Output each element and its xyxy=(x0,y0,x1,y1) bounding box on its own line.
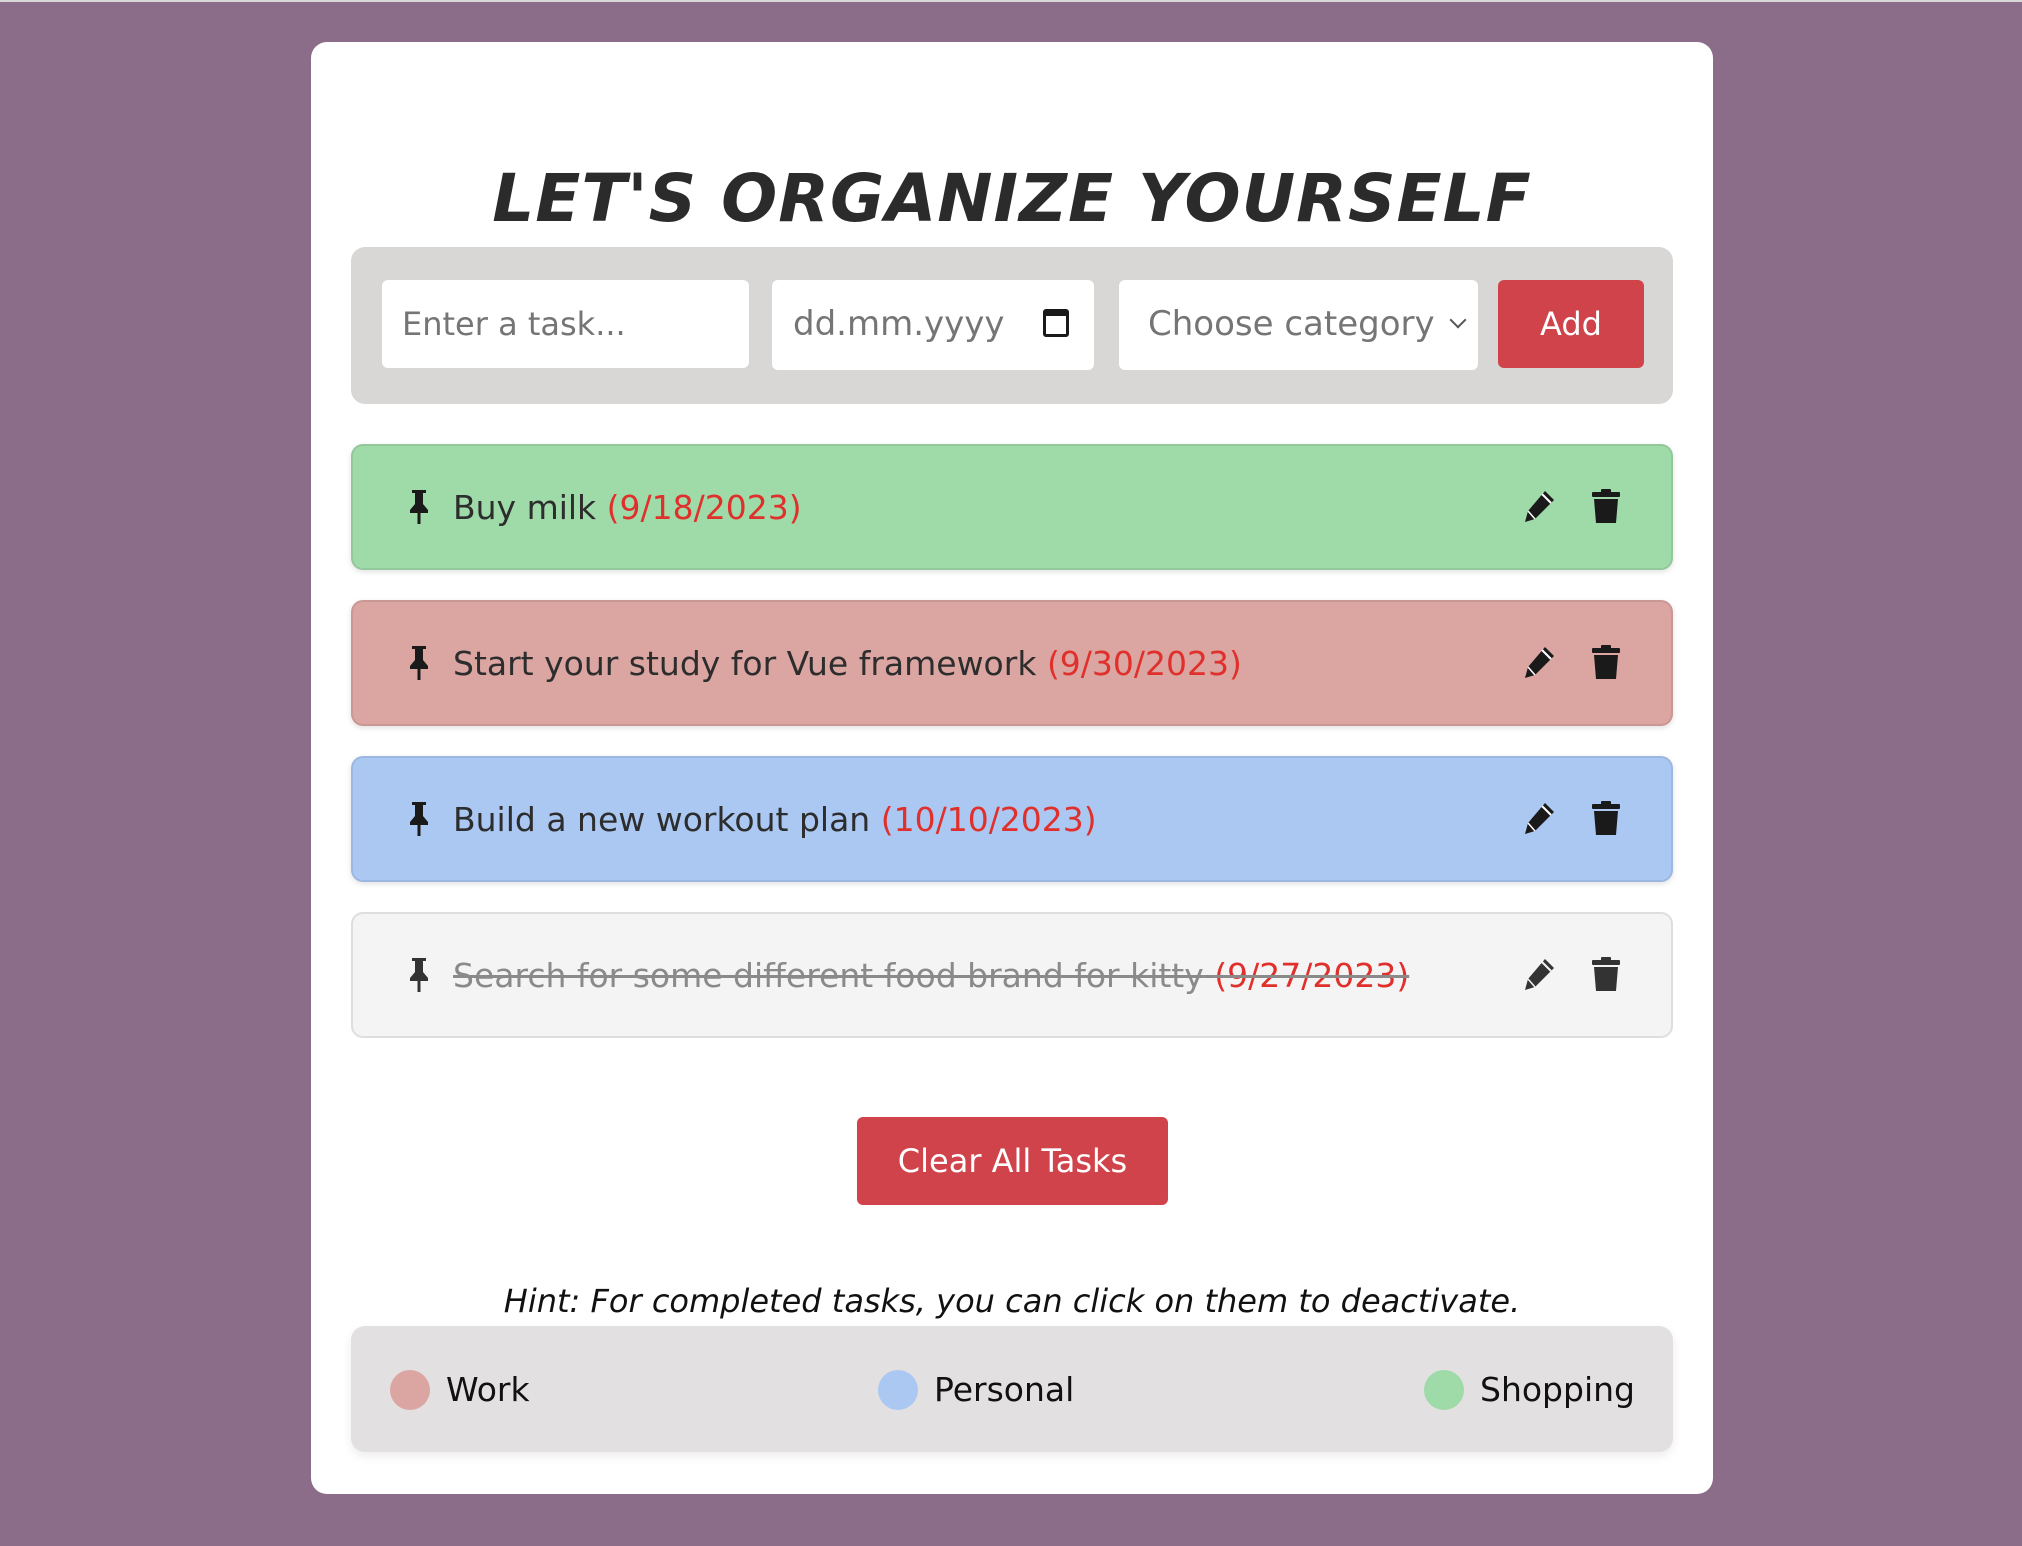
task-due-date: (10/10/2023) xyxy=(880,800,1097,839)
date-placeholder: dd.mm.yyyy xyxy=(793,304,1005,344)
trash-icon[interactable] xyxy=(1591,800,1621,836)
trash-icon[interactable] xyxy=(1591,644,1621,680)
page-title: LET'S ORGANIZE YOURSELF xyxy=(492,160,1532,237)
pencil-icon[interactable] xyxy=(1521,800,1557,836)
task-text: Buy milk (9/18/2023) xyxy=(453,488,802,527)
hint-text: Hint: For completed tasks, you can click… xyxy=(503,1282,1521,1320)
pushpin-icon xyxy=(410,802,428,836)
trash-icon[interactable] xyxy=(1591,488,1621,524)
task-text: Build a new workout plan (10/10/2023) xyxy=(453,800,1097,839)
task-text: Start your study for Vue framework (9/30… xyxy=(453,644,1242,683)
task-due-date: (9/18/2023) xyxy=(606,488,802,527)
task-item[interactable]: Buy milk (9/18/2023) xyxy=(351,444,1673,570)
pencil-icon[interactable] xyxy=(1521,956,1557,992)
window-top-border xyxy=(0,0,2022,2)
category-select-value: Choose category xyxy=(1148,304,1435,344)
task-due-date: (9/30/2023) xyxy=(1046,644,1242,683)
pushpin-icon xyxy=(410,490,428,524)
chevron-down-icon xyxy=(1449,311,1467,329)
legend-dot xyxy=(878,1370,918,1410)
app-card: LET'S ORGANIZE YOURSELF dd.mm.yyyy Choos… xyxy=(311,42,1713,1494)
category-select[interactable]: Choose category xyxy=(1119,280,1478,370)
task-form: dd.mm.yyyy Choose category Add xyxy=(351,247,1673,404)
pushpin-icon xyxy=(410,646,428,680)
legend-label: Personal xyxy=(934,1370,1075,1409)
task-item[interactable]: Build a new workout plan (10/10/2023) xyxy=(351,756,1673,882)
pushpin-icon xyxy=(410,958,428,992)
calendar-icon[interactable] xyxy=(1043,309,1069,337)
clear-all-button[interactable]: Clear All Tasks xyxy=(857,1117,1168,1205)
task-due-date: (9/27/2023) xyxy=(1214,956,1410,995)
legend-dot xyxy=(1424,1370,1464,1410)
legend-label: Work xyxy=(446,1370,530,1409)
task-item-completed[interactable]: Search for some different food brand for… xyxy=(351,912,1673,1038)
date-input[interactable]: dd.mm.yyyy xyxy=(772,280,1094,370)
pencil-icon[interactable] xyxy=(1521,644,1557,680)
task-item[interactable]: Start your study for Vue framework (9/30… xyxy=(351,600,1673,726)
task-input[interactable] xyxy=(382,280,749,368)
legend-label: Shopping xyxy=(1480,1370,1635,1409)
pencil-icon[interactable] xyxy=(1521,488,1557,524)
category-legend: Work Personal Shopping xyxy=(351,1326,1673,1452)
add-button[interactable]: Add xyxy=(1498,280,1644,368)
trash-icon[interactable] xyxy=(1591,956,1621,992)
legend-dot xyxy=(390,1370,430,1410)
task-text: Search for some different food brand for… xyxy=(453,956,1410,995)
